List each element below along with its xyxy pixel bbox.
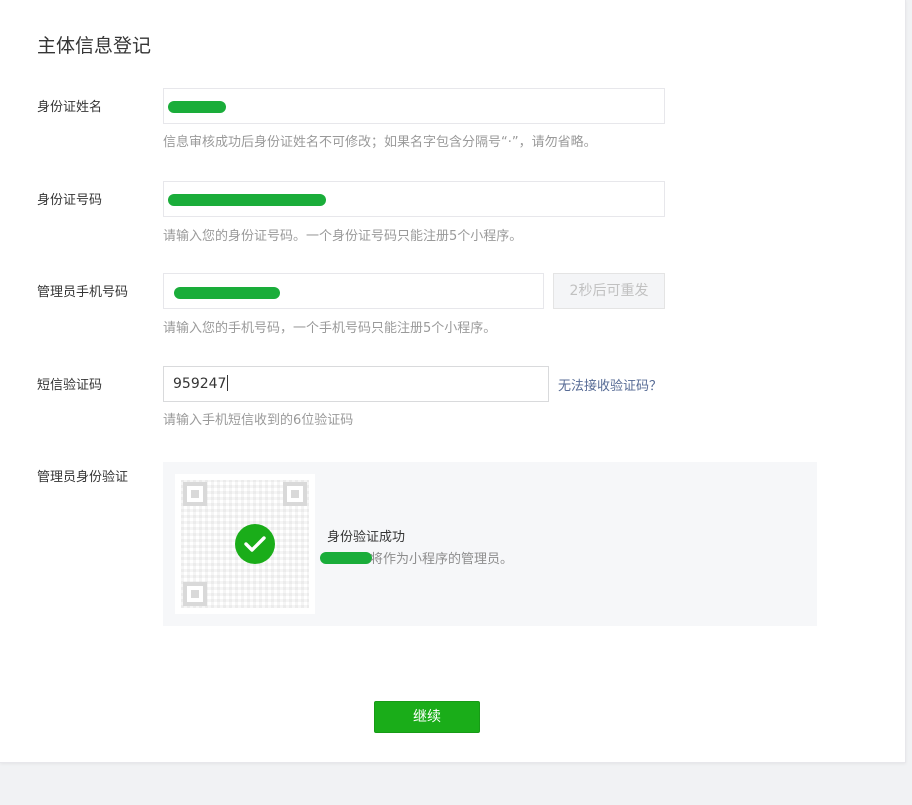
registration-card: 主体信息登记 身份证姓名 信息审核成功后身份证姓名不可修改；如果名字包含分隔号“…	[0, 0, 906, 763]
redacted-name	[168, 101, 226, 113]
verify-success-desc: 将作为小程序的管理员。	[370, 552, 514, 567]
sms-code-input[interactable]: 959247	[163, 366, 549, 402]
id-name-label: 身份证姓名	[37, 100, 103, 115]
qr-finder-top-left	[183, 482, 207, 506]
sms-code-label: 短信验证码	[37, 378, 103, 393]
id-number-hint: 请输入您的身份证号码。一个身份证号码只能注册5个小程序。	[163, 229, 523, 244]
redacted-admin-name	[320, 552, 372, 564]
sms-code-hint: 请输入手机短信收到的6位验证码	[163, 413, 354, 428]
id-number-input[interactable]	[163, 181, 665, 217]
admin-verify-panel: 身份验证成功 将作为小程序的管理员。	[163, 462, 817, 626]
admin-phone-label: 管理员手机号码	[37, 285, 129, 300]
id-name-hint: 信息审核成功后身份证姓名不可修改；如果名字包含分隔号“·”，请勿省略。	[163, 135, 597, 150]
page-title: 主体信息登记	[37, 35, 152, 57]
qr-finder-top-right	[283, 482, 307, 506]
admin-phone-input[interactable]	[163, 273, 544, 309]
admin-verify-label: 管理员身份验证	[37, 470, 129, 485]
sms-code-value: 959247	[173, 376, 227, 392]
continue-button[interactable]: 继续	[374, 701, 480, 733]
resend-code-button[interactable]: 2秒后可重发	[553, 273, 665, 309]
qr-code-image	[175, 474, 315, 614]
verify-success-title: 身份验证成功	[327, 530, 406, 545]
text-caret	[227, 375, 229, 391]
redacted-id-number	[168, 194, 326, 206]
id-name-input[interactable]	[163, 88, 665, 124]
id-number-label: 身份证号码	[37, 193, 103, 208]
redacted-phone	[174, 287, 280, 299]
admin-phone-hint: 请输入您的手机号码，一个手机号码只能注册5个小程序。	[163, 321, 497, 336]
cannot-receive-code-link[interactable]: 无法接收验证码？	[558, 375, 662, 394]
qr-finder-bottom-left	[183, 582, 207, 606]
check-icon	[235, 524, 275, 564]
